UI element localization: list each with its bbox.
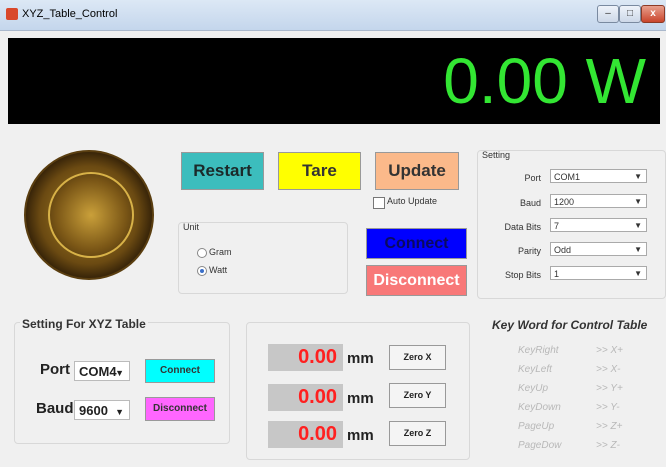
update-button[interactable]: Update: [375, 152, 459, 190]
kw-key-right: KeyRight: [518, 345, 559, 356]
auto-update-label: Auto Update: [387, 196, 438, 206]
tare-button[interactable]: Tare: [278, 152, 361, 190]
xyz-baud-value: 9600: [79, 403, 108, 418]
kw-action-right: >> X+: [596, 345, 623, 356]
disconnect-button[interactable]: Disconnect: [366, 265, 467, 296]
xyz-disconnect-button[interactable]: Disconnect: [145, 397, 215, 421]
kw-action-down: >> Y-: [596, 402, 620, 413]
chevron-down-icon: ▼: [634, 197, 642, 206]
connect-button[interactable]: Connect: [366, 228, 467, 259]
stop-bits-label: Stop Bits: [504, 270, 541, 280]
chevron-down-icon: ▼: [115, 407, 124, 417]
xyz-port-label: Port: [40, 361, 70, 378]
display-value: 0.00 W: [443, 45, 646, 117]
data-bits-select-value: 7: [554, 221, 560, 231]
radio-gram[interactable]: [197, 248, 207, 258]
app-icon: [6, 8, 18, 20]
kw-action-left: >> X-: [596, 364, 621, 375]
y-position-value: 0.00: [268, 384, 343, 411]
weight-display: 0.00 W: [8, 38, 660, 124]
parity-label: Parity: [517, 246, 541, 256]
xyz-port-value: COM4: [79, 364, 117, 379]
chevron-down-icon: ▼: [634, 172, 642, 181]
setting-group-title: Setting: [482, 150, 511, 160]
radio-watt[interactable]: [197, 266, 207, 276]
zero-y-button[interactable]: Zero Y: [389, 383, 446, 408]
xyz-baud-label: Baud: [36, 400, 74, 417]
x-position-value: 0.00: [268, 344, 343, 371]
radio-gram-label: Gram: [209, 247, 232, 257]
baud-label: Baud: [519, 198, 541, 208]
chevron-down-icon: ▼: [115, 368, 124, 378]
parity-select-value: Odd: [554, 245, 572, 255]
maximize-button[interactable]: □: [619, 5, 641, 23]
kw-action-up: >> Y+: [596, 383, 623, 394]
minimize-button[interactable]: –: [597, 5, 619, 23]
auto-update-checkbox[interactable]: [373, 197, 385, 209]
kw-key-down: KeyDown: [518, 402, 561, 413]
seal-emblem: [48, 172, 134, 258]
xyz-setting-group: [14, 322, 230, 444]
z-position-unit: mm: [347, 427, 374, 444]
zero-x-button[interactable]: Zero X: [389, 345, 446, 370]
xyz-connect-button[interactable]: Connect: [145, 359, 215, 383]
kw-action-pagedown: >> Z-: [596, 440, 620, 451]
x-position-unit: mm: [347, 350, 374, 367]
data-bits-select[interactable]: 7 ▼: [550, 218, 647, 232]
unit-group: [178, 222, 348, 294]
kw-action-pageup: >> Z+: [596, 421, 623, 432]
kw-key-pagedown: PageDow: [518, 440, 562, 451]
restart-button[interactable]: Restart: [181, 152, 264, 190]
chevron-down-icon: ▼: [634, 245, 642, 254]
zero-z-button[interactable]: Zero Z: [389, 421, 446, 446]
xyz-group-title: Setting For XYZ Table: [20, 317, 148, 331]
radio-watt-label: Watt: [209, 265, 228, 275]
port-select-value: COM1: [554, 172, 581, 182]
keyword-title: Key Word for Control Table: [492, 318, 648, 332]
window-title: XYZ_Table_Control: [22, 8, 118, 20]
data-bits-label: Data Bits: [504, 222, 541, 232]
parity-select[interactable]: Odd ▼: [550, 242, 647, 256]
chevron-down-icon: ▼: [634, 269, 642, 278]
stop-bits-select-value: 1: [554, 269, 560, 279]
close-button[interactable]: x: [641, 5, 665, 23]
kw-key-up: KeyUp: [518, 383, 549, 394]
kw-key-pageup: PageUp: [518, 421, 555, 432]
y-position-unit: mm: [347, 390, 374, 407]
z-position-value: 0.00: [268, 421, 343, 448]
stop-bits-select[interactable]: 1 ▼: [550, 266, 647, 280]
chevron-down-icon: ▼: [634, 221, 642, 230]
port-label: Port: [524, 173, 541, 183]
port-select[interactable]: COM1 ▼: [550, 169, 647, 183]
baud-select-value: 1200: [554, 197, 575, 207]
baud-select[interactable]: 1200 ▼: [550, 194, 647, 208]
kw-key-left: KeyLeft: [518, 364, 552, 375]
xyz-baud-select[interactable]: 9600 ▼: [74, 400, 130, 420]
xyz-port-select[interactable]: COM4 ▼: [74, 361, 130, 381]
unit-group-title: Unit: [183, 222, 200, 232]
